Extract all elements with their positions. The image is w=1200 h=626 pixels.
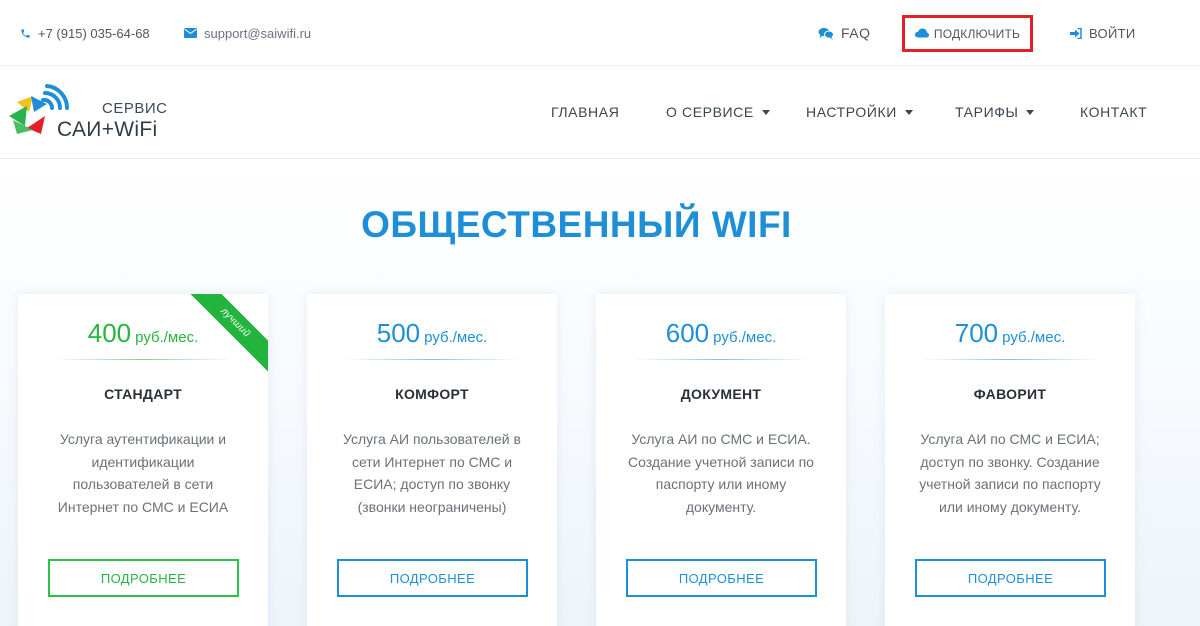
plan-description: Услуга АИ пользователей в сети Интернет … xyxy=(343,431,521,515)
connect-label: ПОДКЛЮЧИТЬ xyxy=(933,26,1021,41)
divider xyxy=(54,359,232,360)
caret-down-icon xyxy=(1026,109,1035,115)
price-unit: руб./мес. xyxy=(713,329,777,346)
details-button[interactable]: ПОДРОБНЕЕ xyxy=(48,559,239,597)
plan-name: СТАНДАРТ xyxy=(104,386,182,402)
price-unit: руб./мес. xyxy=(135,329,199,346)
nav-settings-label: НАСТРОЙКИ xyxy=(806,104,897,120)
nav-tariffs[interactable]: ТАРИФЫ xyxy=(955,104,1035,120)
plan-price: 700 руб./мес. xyxy=(885,318,1135,349)
nav-home-label: ГЛАВНАЯ xyxy=(551,104,620,120)
divider xyxy=(343,359,521,360)
faq-link[interactable]: FAQ xyxy=(818,24,871,42)
plan-price: 400 руб./мес. xyxy=(18,318,268,349)
cloud-icon xyxy=(914,27,929,41)
price-value: 700 xyxy=(954,318,999,348)
details-button[interactable]: ПОДРОБНЕЕ xyxy=(626,559,817,597)
nav-contact-label: КОНТАКТ xyxy=(1080,104,1148,120)
phone-number: +7 (915) 035-64-68 xyxy=(38,25,150,41)
plan-price: 600 руб./мес. xyxy=(596,318,846,349)
plan-card: лучший 400 руб./мес. СТАНДАРТ Услуга ауте… xyxy=(18,294,268,626)
sign-in-icon xyxy=(1070,27,1082,39)
price-unit: руб./мес. xyxy=(1002,329,1066,346)
nav-about[interactable]: О СЕРВИСЕ xyxy=(666,104,770,120)
plan-card: 700 руб./мес. ФАВОРИТ Услуга АИ по СМС и … xyxy=(885,294,1135,626)
logo[interactable]: СЕРВИС САИ+WiFi xyxy=(7,82,167,144)
plan-name: ФАВОРИТ xyxy=(973,386,1047,402)
price-value: 600 xyxy=(665,318,710,348)
top-bar: +7 (915) 035-64-68 support@saiwifi.ru FA… xyxy=(0,0,1200,66)
main-header: СЕРВИС САИ+WiFi ГЛАВНАЯ О СЕРВИСЕ НАСТРО… xyxy=(0,66,1200,159)
caret-down-icon xyxy=(904,109,913,115)
email-link[interactable]: support@saiwifi.ru xyxy=(184,24,311,42)
price-value: 400 xyxy=(87,318,132,348)
caret-down-icon xyxy=(761,109,770,115)
login-link[interactable]: ВОЙТИ xyxy=(1070,24,1135,42)
details-button[interactable]: ПОДРОБНЕЕ xyxy=(337,559,528,597)
price-value: 500 xyxy=(376,318,421,348)
email-address: support@saiwifi.ru xyxy=(204,25,312,41)
logo-subtitle: СЕРВИС xyxy=(102,100,168,117)
nav-tariffs-label: ТАРИФЫ xyxy=(955,104,1019,120)
pricing-section: ОБЩЕСТВЕННЫЙ WIFI лучший 400 руб./мес. СТ… xyxy=(0,160,1200,626)
phone-icon xyxy=(20,28,31,39)
nav-contact[interactable]: КОНТАКТ xyxy=(1080,104,1147,120)
connect-button[interactable]: ПОДКЛЮЧИТЬ xyxy=(902,15,1033,52)
nav-home[interactable]: ГЛАВНАЯ xyxy=(551,104,619,120)
phone-link[interactable]: +7 (915) 035-64-68 xyxy=(20,24,150,42)
divider xyxy=(632,359,810,360)
chat-bubbles-icon xyxy=(818,27,834,40)
plan-card: 500 руб./мес. КОМФОРТ Услуга АИ пользоват… xyxy=(307,294,557,626)
faq-label: FAQ xyxy=(841,25,871,41)
plan-name: КОМФОРТ xyxy=(395,386,469,402)
logo-title: САИ+WiFi xyxy=(57,118,158,141)
nav-about-label: О СЕРВИСЕ xyxy=(666,104,754,120)
plan-description: Услуга АИ по СМС и ЕСИА. Создание учетно… xyxy=(628,431,814,515)
plan-price: 500 руб./мес. xyxy=(307,318,557,349)
login-label: ВОЙТИ xyxy=(1089,25,1136,41)
plan-description: Услуга АИ по СМС и ЕСИА; доступ по звонк… xyxy=(919,431,1101,515)
divider xyxy=(921,359,1099,360)
plan-name: ДОКУМЕНТ xyxy=(680,386,762,402)
price-unit: руб./мес. xyxy=(424,329,488,346)
plan-card: 600 руб./мес. ДОКУМЕНТ Услуга АИ по СМС и… xyxy=(596,294,846,626)
plan-description: Услуга аутентификации и идентификации по… xyxy=(57,431,229,515)
section-title: ОБЩЕСТВЕННЫЙ WIFI xyxy=(361,204,792,245)
envelope-icon xyxy=(184,28,197,38)
details-button[interactable]: ПОДРОБНЕЕ xyxy=(915,559,1106,597)
nav-settings[interactable]: НАСТРОЙКИ xyxy=(806,104,913,120)
